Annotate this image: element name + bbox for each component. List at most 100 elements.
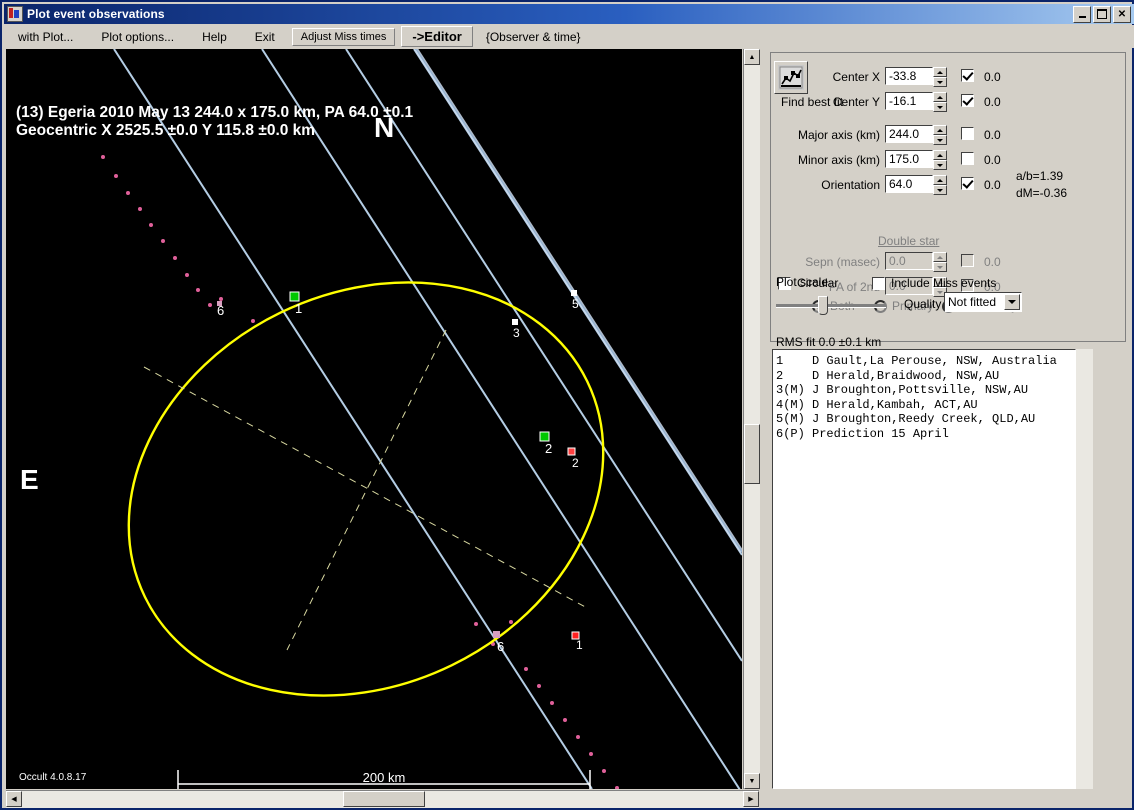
include-miss-checkbox[interactable]: [872, 277, 885, 290]
quality-label: Quality: [904, 297, 941, 311]
plot-area: 1 2 2 1 3 5 6: [6, 49, 759, 807]
center-x-input[interactable]: -33.8: [885, 67, 933, 85]
orientation-error: 0.0: [984, 178, 1001, 192]
menu-plot-options[interactable]: Plot options...: [87, 28, 188, 46]
slider-track[interactable]: [776, 304, 886, 308]
menu-help[interactable]: Help: [188, 28, 241, 46]
sepn-input: 0.0: [885, 252, 933, 270]
marker-prediction-6b: [493, 631, 500, 638]
plot-canvas[interactable]: 1 2 2 1 3 5 6: [6, 49, 742, 789]
list-item[interactable]: 6(P) Prediction 15 April: [776, 427, 1072, 442]
marker-hit-1a: [290, 292, 299, 301]
orientation-up-button[interactable]: [933, 175, 947, 185]
fit-row-orientation: Orientation 64.0 0.0: [768, 175, 1001, 195]
fit-label-orientation: Orientation: [768, 178, 885, 192]
scroll-left-arrow-icon[interactable]: ◀: [6, 791, 22, 807]
center-y-up-button[interactable]: [933, 92, 947, 102]
menu-exit[interactable]: Exit: [241, 28, 289, 46]
major-axis-checkbox[interactable]: [961, 127, 974, 140]
chevron-down-icon[interactable]: [1004, 294, 1020, 310]
title-bar: Plot event observations ✕: [4, 4, 1134, 24]
major-axis-spinner[interactable]: 244.0: [885, 125, 947, 145]
plot-horizontal-scrollbar[interactable]: ◀ ▶: [6, 790, 759, 808]
minor-axis-up-button[interactable]: [933, 150, 947, 160]
list-item[interactable]: 1 D Gault,La Perouse, NSW, Australia: [776, 354, 1072, 369]
scroll-down-arrow-icon[interactable]: ▼: [744, 773, 760, 789]
marker-label-3: 3: [513, 326, 520, 340]
plot-vertical-scrollbar[interactable]: ▲ ▼: [743, 49, 760, 789]
center-x-spinner[interactable]: -33.8: [885, 67, 947, 87]
quality-value: Not fitted: [945, 295, 1004, 309]
fit-row-minor-axis: Minor axis (km) 175.0 0.0: [768, 150, 1001, 170]
slider-thumb[interactable]: [818, 296, 828, 315]
center-y-input[interactable]: -16.1: [885, 92, 933, 110]
menu-with-plot[interactable]: with Plot...: [4, 28, 87, 46]
fit-row-sepn: Sepn (masec) 0.0 0.0: [768, 252, 1001, 272]
adjust-miss-times-button[interactable]: Adjust Miss times: [292, 28, 396, 46]
hscroll-thumb[interactable]: [343, 791, 425, 807]
marker-label-2b: 2: [572, 456, 579, 470]
dm-label: dM=-0.36: [1016, 186, 1067, 200]
menu-bar: with Plot... Plot options... Help Exit A…: [4, 25, 1134, 48]
include-miss-row: Include Miss events: [872, 276, 996, 290]
include-miss-label: Include Miss events: [891, 276, 996, 290]
fit-label-sepn: Sepn (masec): [768, 255, 885, 269]
observations-scrollbar[interactable]: [1076, 349, 1093, 789]
center-x-error: 0.0: [984, 70, 1001, 84]
vscroll-track[interactable]: [744, 65, 760, 773]
vscroll-thumb[interactable]: [744, 424, 760, 484]
minor-axis-error: 0.0: [984, 153, 1001, 167]
list-item[interactable]: 2 D Herald,Braidwood, NSW,AU: [776, 369, 1072, 384]
minor-axis-spinner[interactable]: 175.0: [885, 150, 947, 170]
marker-label-5: 5: [572, 297, 579, 311]
orientation-spinner[interactable]: 64.0: [885, 175, 947, 195]
sepn-error: 0.0: [984, 255, 1001, 269]
plot-title-line2: Geocentric X 2525.5 ±0.0 Y 115.8 ±0.0 km: [16, 122, 315, 139]
window-buttons: ✕: [1073, 6, 1134, 23]
close-button[interactable]: ✕: [1113, 6, 1131, 23]
marker-label-2a: 2: [545, 441, 552, 456]
center-x-up-button[interactable]: [933, 67, 947, 77]
orientation-down-button[interactable]: [933, 185, 947, 195]
fit-label-center-y: Center Y: [768, 95, 885, 109]
center-y-checkbox[interactable]: [961, 94, 974, 107]
center-y-down-button[interactable]: [933, 102, 947, 112]
fit-row-center-x: Center X -33.8 0.0: [768, 67, 1001, 87]
sepn-checkbox: [961, 254, 974, 267]
center-y-spinner[interactable]: -16.1: [885, 92, 947, 112]
sepn-down-button: [933, 262, 947, 272]
sepn-up-button: [933, 252, 947, 262]
major-axis-error: 0.0: [984, 128, 1001, 142]
center-x-checkbox[interactable]: [961, 69, 974, 82]
minor-axis-down-button[interactable]: [933, 160, 947, 170]
center-x-down-button[interactable]: [933, 77, 947, 87]
editor-button[interactable]: ->Editor: [401, 26, 472, 47]
list-item[interactable]: 5(M) J Broughton,Reedy Creek, QLD,AU: [776, 412, 1072, 427]
minimize-button[interactable]: [1073, 6, 1091, 23]
minor-axis-checkbox[interactable]: [961, 152, 974, 165]
scroll-right-arrow-icon[interactable]: ▶: [743, 791, 759, 807]
fit-label-center-x: Center X: [768, 70, 885, 84]
quality-dropdown[interactable]: Not fitted: [944, 292, 1022, 312]
major-axis-down-button[interactable]: [933, 135, 947, 145]
orientation-input[interactable]: 64.0: [885, 175, 933, 193]
observer-time-label[interactable]: {Observer & time}: [476, 28, 591, 46]
scroll-up-arrow-icon[interactable]: ▲: [744, 49, 760, 65]
major-axis-input[interactable]: 244.0: [885, 125, 933, 143]
east-label: E: [20, 464, 39, 495]
plot-scale-slider[interactable]: [776, 296, 886, 314]
list-item[interactable]: 3(M) J Broughton,Pottsville, NSW,AU: [776, 383, 1072, 398]
major-axis-up-button[interactable]: [933, 125, 947, 135]
maximize-button[interactable]: [1093, 6, 1111, 23]
minor-axis-input[interactable]: 175.0: [885, 150, 933, 168]
marker-label-1a: 1: [295, 301, 302, 316]
axis-ratio-label: a/b=1.39: [1016, 169, 1063, 183]
list-item[interactable]: 4(M) D Herald,Kambah, ACT,AU: [776, 398, 1072, 413]
app-icon: [7, 6, 23, 22]
plot-title-line1: (13) Egeria 2010 May 13 244.0 x 175.0 km…: [16, 104, 414, 121]
fit-label-minor-axis: Minor axis (km): [768, 153, 885, 167]
orientation-checkbox[interactable]: [961, 177, 974, 190]
scale-bar-label: 200 km: [363, 770, 406, 785]
main-window: Plot event observations ✕ with Plot... P…: [0, 0, 1134, 810]
observations-list[interactable]: 1 D Gault,La Perouse, NSW, Australia 2 D…: [772, 349, 1076, 789]
